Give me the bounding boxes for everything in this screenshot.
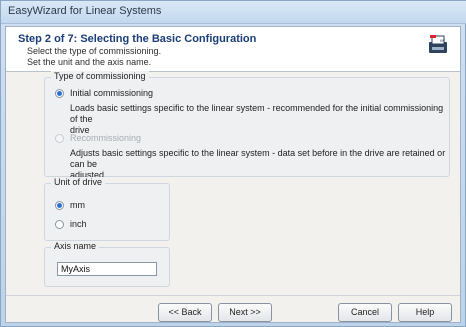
svg-text:IW: IW <box>440 38 445 43</box>
initial-commissioning-description: Loads basic settings specific to the lin… <box>70 103 449 136</box>
help-button[interactable]: Help <box>398 303 452 322</box>
printer-document-icon: IW <box>429 35 447 53</box>
recommissioning-description-line-1: Adjusts basic settings specific to the l… <box>70 148 446 169</box>
next-button[interactable]: Next >> <box>218 303 272 322</box>
unit-legend: Unit of drive <box>51 177 106 187</box>
radio-selected-icon <box>55 88 64 98</box>
unit-inch-label: inch <box>70 219 87 229</box>
unit-mm-label: mm <box>70 200 85 210</box>
step-title: Step 2 of 7: Selecting the Basic Configu… <box>18 33 257 45</box>
wizard-window: EasyWizard for Linear Systems Step 2 of … <box>0 0 466 327</box>
unit-inch-radio[interactable]: inch <box>55 219 87 229</box>
initial-commissioning-label: Initial commissioning <box>70 88 154 98</box>
header-instruction-2: Set the unit and the axis name. <box>27 57 152 67</box>
unit-group: Unit of drive mm inch <box>44 177 170 241</box>
axis-name-input[interactable]: MyAxis <box>57 262 157 276</box>
radio-selected-icon <box>55 200 64 210</box>
axis-legend: Axis name <box>51 241 100 251</box>
recommissioning-label: Recommissioning <box>70 133 142 143</box>
recommissioning-description: Adjusts basic settings specific to the l… <box>70 148 449 181</box>
wizard-header: Step 2 of 7: Selecting the Basic Configu… <box>6 27 460 72</box>
initial-commissioning-radio[interactable]: Initial commissioning <box>55 88 153 98</box>
commissioning-legend: Type of commissioning <box>51 71 149 81</box>
window-title: EasyWizard for Linear Systems <box>8 5 162 17</box>
wizard-body: Step 2 of 7: Selecting the Basic Configu… <box>5 26 461 323</box>
header-instruction-1: Select the type of commissioning. <box>27 46 162 56</box>
back-button[interactable]: << Back <box>158 303 212 322</box>
title-bar[interactable]: EasyWizard for Linear Systems <box>1 1 466 24</box>
axis-group: Axis name MyAxis <box>44 241 170 287</box>
recommissioning-radio: Recommissioning <box>55 133 141 143</box>
radio-disabled-icon <box>55 133 64 143</box>
initial-description-line-1: Loads basic settings specific to the lin… <box>70 103 444 124</box>
radio-unselected-icon <box>55 219 64 229</box>
recommissioning-description-line-2: adjusted <box>70 170 105 180</box>
button-separator <box>6 295 460 297</box>
unit-mm-radio[interactable]: mm <box>55 200 85 210</box>
commissioning-group: Type of commissioning Initial commission… <box>44 71 450 180</box>
cancel-button[interactable]: Cancel <box>338 303 392 322</box>
